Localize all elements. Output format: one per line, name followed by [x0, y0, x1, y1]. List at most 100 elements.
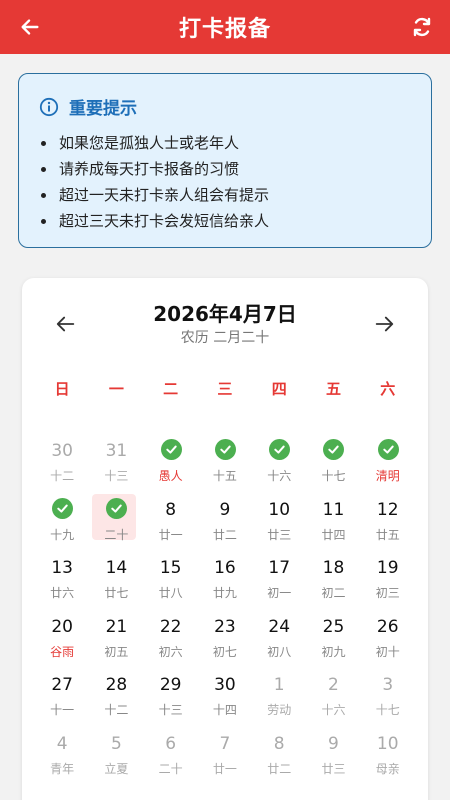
lunar-label: 初九 — [321, 644, 346, 659]
checked-in-icon — [160, 439, 182, 460]
lunar-label: 劳动 — [267, 703, 292, 718]
calendar-day-today[interactable]: 二十 — [89, 492, 143, 551]
lunar-label: 初二 — [321, 586, 346, 601]
calendar-day[interactable]: 29 十三 — [144, 667, 198, 726]
lunar-label: 廿六 — [50, 586, 75, 601]
day-number: 8 — [165, 499, 177, 520]
day-number: 15 — [159, 558, 182, 579]
lunar-label: 廿七 — [104, 586, 129, 601]
calendar-day[interactable]: 26 初十 — [361, 609, 415, 668]
calendar-day[interactable]: 十五 — [198, 433, 252, 492]
calendar-day[interactable]: 30 十二 — [35, 433, 89, 492]
calendar-day[interactable]: 8 廿一 — [144, 492, 198, 551]
day-number: 30 — [214, 675, 236, 696]
calendar-day[interactable]: 愚人 — [144, 433, 198, 492]
calendar-week-row: 27 十一 28 十二 29 十三 30 十四 1 劳动 2 十六 3 十七 — [35, 667, 415, 726]
notice-header: 重要提示 — [39, 94, 137, 119]
important-notice: 重要提示 如果您是孤独人士或老年人 请养成每天打卡报备的习惯 超过一天未打卡亲人… — [18, 73, 432, 248]
weekday-label: 四 — [271, 380, 287, 398]
app-header: 打卡报备 — [0, 0, 450, 54]
lunar-label: 十五 — [212, 469, 237, 483]
calendar-day[interactable]: 28 十二 — [89, 667, 143, 726]
checked-in-icon — [214, 439, 236, 460]
lunar-label: 廿五 — [375, 527, 400, 542]
lunar-label: 十七 — [375, 703, 400, 718]
calendar-day[interactable]: 7 廿一 — [198, 726, 252, 785]
day-number: 6 — [165, 734, 177, 754]
day-number: 23 — [214, 616, 236, 637]
calendar-day[interactable]: 10 母亲 — [361, 726, 415, 785]
day-number: 5 — [110, 734, 122, 754]
calendar-day[interactable]: 19 初三 — [361, 550, 415, 609]
day-number: 28 — [105, 675, 128, 696]
arrow-left-icon — [21, 19, 39, 35]
calendar-day[interactable]: 15 廿八 — [144, 550, 198, 609]
day-number: 22 — [159, 616, 182, 637]
day-number: 13 — [51, 558, 73, 579]
day-number: 18 — [322, 558, 345, 579]
calendar-day[interactable]: 24 初八 — [252, 609, 306, 668]
day-number: 31 — [105, 441, 128, 461]
calendar-day[interactable]: 12 廿五 — [361, 492, 415, 551]
calendar-day[interactable]: 20 谷雨 — [35, 609, 89, 668]
calendar-day[interactable]: 5 立夏 — [89, 726, 143, 785]
notice-item-text: 请养成每天打卡报备的习惯 — [59, 160, 240, 178]
calendar-card: 2026年4月7日 农历 二月二十 日一二三四五六 30 十二 31 十三 愚人 十五 十六… — [22, 278, 428, 800]
calendar-day[interactable]: 14 廿七 — [89, 550, 143, 609]
refresh-button[interactable] — [406, 11, 438, 43]
day-number: 10 — [376, 734, 399, 754]
calendar-day[interactable]: 十六 — [252, 433, 306, 492]
notice-item: 超过一天未打卡亲人组会有提示 — [41, 182, 269, 208]
lunar-label: 廿九 — [212, 586, 237, 601]
notice-item: 请养成每天打卡报备的习惯 — [41, 156, 269, 182]
calendar-day[interactable]: 4 青年 — [35, 726, 89, 785]
day-number: 26 — [376, 616, 399, 637]
lunar-label: 廿四 — [321, 527, 346, 542]
day-number: 8 — [273, 734, 285, 754]
calendar-day[interactable]: 22 初六 — [144, 609, 198, 668]
calendar-day[interactable]: 1 劳动 — [252, 667, 306, 726]
calendar-day[interactable]: 10 廿三 — [252, 492, 306, 551]
calendar-day[interactable]: 21 初五 — [89, 609, 143, 668]
calendar-day[interactable]: 27 十一 — [35, 667, 89, 726]
bullet-icon — [41, 140, 46, 146]
calendar-day[interactable]: 8 廿二 — [252, 726, 306, 785]
back-button[interactable] — [14, 11, 46, 43]
lunar-label: 廿二 — [212, 527, 237, 542]
calendar-day[interactable]: 18 初二 — [306, 550, 360, 609]
calendar-day[interactable]: 13 廿六 — [35, 550, 89, 609]
weekday-label: 一 — [108, 380, 124, 398]
calendar-day[interactable]: 十九 — [35, 492, 89, 551]
lunar-label: 廿三 — [267, 527, 292, 542]
checked-in-icon — [323, 439, 345, 460]
lunar-label: 十三 — [104, 469, 129, 483]
refresh-icon — [413, 17, 431, 37]
calendar-day[interactable]: 清明 — [361, 433, 415, 492]
lunar-label: 青年 — [50, 762, 75, 776]
calendar-day[interactable]: 30 十四 — [198, 667, 252, 726]
arrow-right-icon — [375, 316, 394, 332]
calendar-day[interactable]: 23 初七 — [198, 609, 252, 668]
calendar-day[interactable]: 25 初九 — [306, 609, 360, 668]
day-number: 21 — [105, 616, 128, 637]
calendar-day[interactable]: 6 二十 — [144, 726, 198, 785]
calendar-day[interactable]: 31 十三 — [89, 433, 143, 492]
calendar-day[interactable]: 17 初一 — [252, 550, 306, 609]
calendar-day[interactable]: 11 廿四 — [306, 492, 360, 551]
weekday-header: 日一二三四五六 — [35, 378, 415, 402]
calendar-day[interactable]: 16 廿九 — [198, 550, 252, 609]
day-number: 24 — [268, 616, 291, 637]
notice-title: 重要提示 — [69, 99, 137, 119]
day-number: 25 — [322, 616, 345, 637]
calendar-day[interactable]: 十七 — [306, 433, 360, 492]
lunar-label: 初五 — [104, 644, 129, 659]
next-month-button[interactable] — [370, 310, 398, 338]
calendar-day[interactable]: 9 廿二 — [198, 492, 252, 551]
notice-item-text: 如果您是孤独人士或老年人 — [59, 134, 240, 152]
day-number: 10 — [268, 499, 291, 520]
notice-item-text: 超过一天未打卡亲人组会有提示 — [59, 186, 270, 204]
day-number: 14 — [105, 558, 128, 579]
calendar-day[interactable]: 9 廿三 — [306, 726, 360, 785]
calendar-day[interactable]: 2 十六 — [306, 667, 360, 726]
calendar-day[interactable]: 3 十七 — [361, 667, 415, 726]
